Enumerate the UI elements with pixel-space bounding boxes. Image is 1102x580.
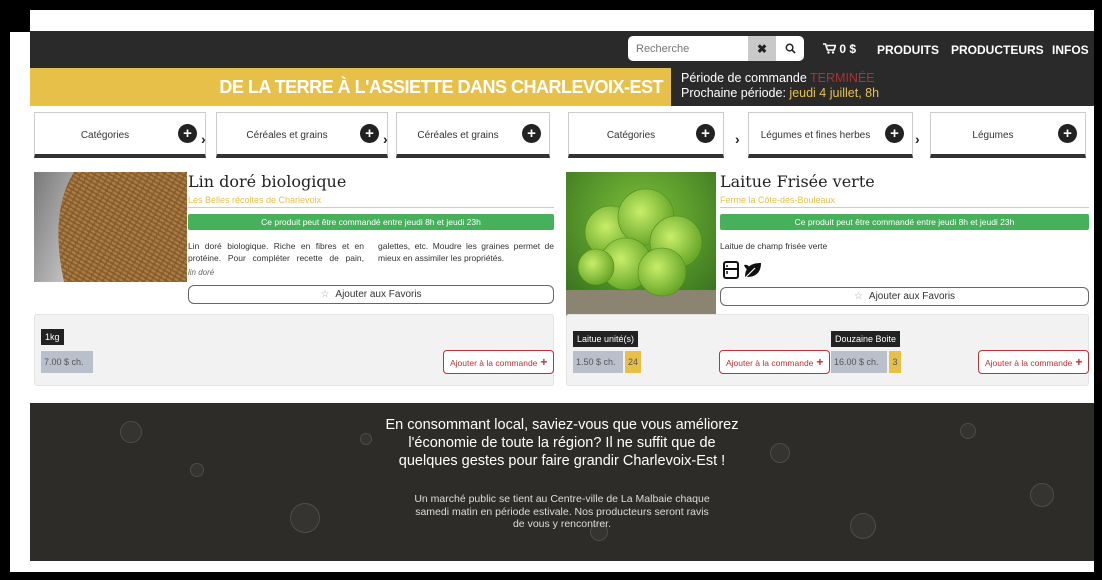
- local-info-section: En consommant local, saviez-vous que vou…: [30, 403, 1094, 561]
- add-to-order-button[interactable]: Ajouter à la commande +: [978, 350, 1090, 374]
- add-to-favorites-button[interactable]: ☆ Ajouter aux Favoris: [188, 285, 554, 304]
- cart-icon: [823, 43, 837, 54]
- footer-headline-text: En consommant local, saviez-vous que vou…: [385, 417, 739, 469]
- add-label: Ajouter à la commande: [985, 358, 1073, 368]
- add-label: Ajouter à la commande: [450, 358, 538, 368]
- product-title[interactable]: Laitue Frisée verte: [720, 172, 875, 191]
- crumb-label: Céréales et grains: [246, 130, 328, 141]
- plus-icon[interactable]: +: [696, 124, 715, 143]
- plus-icon: +: [816, 355, 824, 369]
- chevron-right-icon: ›: [915, 131, 920, 147]
- star-icon: ☆: [853, 291, 863, 302]
- availability-badge: Ce produit peut être commandé entre jeud…: [720, 214, 1089, 230]
- product-options-laitue: Laitue unité(s) 1.50 $ ch. 24 Ajouter à …: [566, 314, 1090, 386]
- chevron-right-icon: ›: [383, 131, 388, 147]
- search-input[interactable]: [628, 36, 748, 61]
- quantity-badge: 24: [625, 351, 641, 373]
- nav-infos[interactable]: INFOS: [1052, 43, 1089, 57]
- crumb-label: Céréales et grains: [417, 130, 499, 141]
- fridge-icon: [723, 261, 739, 279]
- product-description: Lin doré biologique. Riche en fibres et …: [188, 241, 554, 263]
- footer-body-text: Un marché public se tient au Centre-vill…: [414, 493, 710, 530]
- product-tag: lin doré: [188, 268, 215, 277]
- category-filter-categories-2[interactable]: Catégories +: [568, 112, 724, 158]
- category-filter-cereales[interactable]: Céréales et grains +: [216, 112, 388, 158]
- category-filter-categories[interactable]: Catégories +: [34, 112, 206, 158]
- period-status: TERMINÉE: [810, 71, 875, 85]
- plus-icon[interactable]: +: [178, 124, 197, 143]
- plus-icon: +: [540, 355, 548, 369]
- divider: [188, 207, 554, 208]
- chevron-right-icon: ›: [201, 131, 206, 147]
- add-to-order-button[interactable]: Ajouter à la commande +: [719, 350, 831, 374]
- category-filter-legumes[interactable]: Légumes +: [930, 112, 1086, 158]
- quantity-badge: 3: [889, 351, 901, 373]
- banner-title: DE LA TERRE À L'ASSIETTE DANS CHARLEVOIX…: [219, 76, 663, 97]
- product-title[interactable]: Lin doré biologique: [188, 172, 346, 191]
- category-filter-legumes-herbes[interactable]: Légumes et fines herbes +: [748, 112, 913, 158]
- price-label: 16.00 $ ch.: [831, 351, 887, 373]
- plus-icon[interactable]: +: [360, 124, 379, 143]
- producer-link[interactable]: Ferme la Côte-des-Bouleaux: [720, 195, 835, 205]
- product-description: Laitue de champ frisée verte: [720, 241, 828, 251]
- plus-icon: +: [1075, 355, 1083, 369]
- favorite-label: Ajouter aux Favoris: [868, 291, 956, 302]
- search-button[interactable]: [776, 36, 804, 61]
- favorite-label: Ajouter aux Favoris: [335, 289, 422, 300]
- nav-producteurs[interactable]: PRODUCTEURS: [951, 43, 1044, 57]
- plus-icon[interactable]: +: [522, 124, 541, 143]
- cart-button[interactable]: 0 $: [823, 42, 856, 56]
- page: ✖ 0 $ PRODUITS PRODUCTEURS INFOS DE LA T…: [10, 10, 1094, 572]
- product-options-lin: 1kg 7.00 $ ch. Ajouter à la commande +: [34, 314, 555, 386]
- banner-title-box: DE LA TERRE À L'ASSIETTE DANS CHARLEVOIX…: [30, 68, 671, 106]
- period-label: Période de commande: [681, 71, 807, 85]
- chevron-right-icon: ›: [735, 131, 740, 147]
- crumb-label: Légumes et fines herbes: [760, 130, 871, 141]
- footer-headline: En consommant local, saviez-vous que vou…: [30, 416, 1094, 470]
- search-icon: [785, 43, 796, 54]
- add-label: Ajouter à la commande: [726, 358, 814, 368]
- add-to-favorites-button[interactable]: ☆ Ajouter aux Favoris: [720, 287, 1089, 306]
- star-icon: ☆: [320, 289, 330, 300]
- nav-produits[interactable]: PRODUITS: [877, 43, 939, 57]
- add-to-order-button[interactable]: Ajouter à la commande +: [443, 350, 555, 374]
- crumb-label: Catégories: [80, 130, 130, 141]
- availability-badge: Ce produit peut être commandé entre jeud…: [188, 214, 554, 230]
- producer-link[interactable]: Les Belles récoltes de Charlevoix: [188, 195, 321, 205]
- close-icon: ✖: [756, 41, 768, 56]
- order-period: Période de commande TERMINÉE Prochaine p…: [681, 71, 879, 101]
- cart-total: 0 $: [839, 42, 857, 56]
- footer-body: Un marché public se tient au Centre-vill…: [30, 493, 1094, 531]
- clear-search-button[interactable]: ✖: [748, 36, 776, 61]
- next-period-date: jeudi 4 juillet, 8h: [789, 86, 880, 100]
- unit-label: Laitue unité(s): [573, 331, 639, 347]
- price-label: 1.50 $ ch.: [573, 351, 623, 373]
- crumb-label: Légumes: [972, 130, 1014, 141]
- hero-banner: DE LA TERRE À L'ASSIETTE DANS CHARLEVOIX…: [30, 68, 1094, 106]
- plus-icon[interactable]: +: [885, 124, 904, 143]
- product-image-flax-seeds[interactable]: [34, 172, 187, 282]
- price-label: 7.00 $ ch.: [41, 351, 93, 373]
- category-filter-cereales-sub[interactable]: Céréales et grains +: [396, 112, 550, 158]
- next-period-label: Prochaine période:: [681, 86, 786, 100]
- unit-label: 1kg: [41, 329, 64, 345]
- product-image-lettuce[interactable]: [566, 172, 716, 322]
- unit-label: Douzaine Boite: [831, 331, 901, 347]
- top-navbar: ✖ 0 $ PRODUITS PRODUCTEURS INFOS: [30, 31, 1094, 68]
- crumb-label: Catégories: [606, 130, 656, 141]
- divider: [720, 207, 1089, 208]
- plus-icon[interactable]: +: [1058, 124, 1077, 143]
- leaf-icon: [744, 263, 761, 279]
